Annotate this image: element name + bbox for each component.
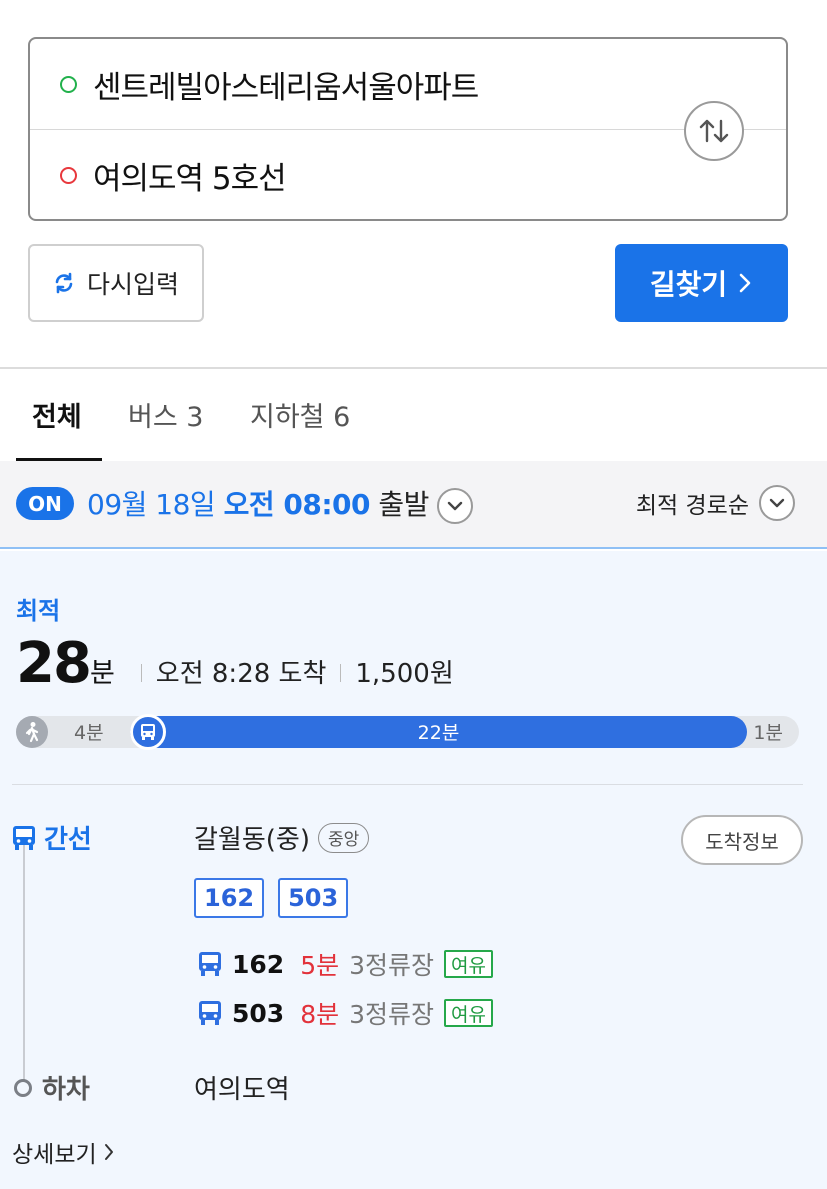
walk-end-duration: 1분 bbox=[753, 722, 783, 744]
realtime-on-badge[interactable]: ON bbox=[16, 487, 74, 520]
search-route-button[interactable]: 길찾기 bbox=[615, 244, 788, 322]
boarding-stop: 갈월동(중) 중앙 bbox=[194, 819, 370, 856]
refresh-icon bbox=[55, 272, 73, 294]
chevron-right-icon bbox=[104, 1144, 113, 1160]
tab-subway[interactable]: 지하철 6 bbox=[250, 395, 350, 434]
summary-divider bbox=[140, 664, 142, 682]
departure-filter-bar: ON 09월 18일 오전 08:00 출발 최적 경로순 bbox=[0, 461, 827, 549]
chevron-down-icon[interactable] bbox=[437, 488, 474, 524]
departure-time: 오전 08:00 bbox=[223, 488, 371, 521]
tab-bus[interactable]: 버스 3 bbox=[128, 395, 203, 434]
best-route-label: 최적 bbox=[16, 597, 61, 625]
arrival-wait-minutes: 5분 bbox=[300, 951, 340, 980]
destination-field[interactable]: 여의도역 5호선 bbox=[30, 130, 786, 221]
reset-label: 다시입력 bbox=[86, 270, 179, 299]
bus-number-badge[interactable]: 162 bbox=[194, 878, 265, 918]
route-vertical-line bbox=[23, 829, 25, 1084]
sort-chevron-down-icon bbox=[759, 485, 795, 521]
stop-tag: 중앙 bbox=[317, 822, 370, 853]
destination-dot-icon bbox=[60, 167, 77, 184]
route-search-box: 센트레빌아스테리움서울아파트 여의도역 5호선 bbox=[28, 37, 788, 221]
get-off-label-group: 하차 bbox=[14, 1069, 90, 1106]
bus-duration: 22분 bbox=[417, 722, 460, 744]
route-card[interactable]: 최적 28 분 오전 8:28 도착 1,500원 4분 22분 1분 간선 갈… bbox=[0, 551, 827, 1189]
transport-tabs: 전체 버스 3 지하철 6 bbox=[0, 369, 827, 461]
detail-link-label: 상세보기 bbox=[12, 1142, 97, 1168]
walk-icon bbox=[16, 716, 48, 748]
bus-arrival-row: 162 5분 3정류장 여유 bbox=[198, 946, 493, 982]
crowd-status-badge: 여유 bbox=[444, 999, 493, 1027]
origin-field[interactable]: 센트레빌아스테리움서울아파트 bbox=[30, 39, 786, 130]
bus-icon bbox=[199, 1001, 221, 1025]
total-minutes: 28 bbox=[16, 631, 92, 696]
arrival-bus-number: 162 bbox=[232, 949, 285, 979]
arrival-time: 오전 8:28 도착 bbox=[155, 659, 327, 689]
swap-button[interactable] bbox=[684, 101, 744, 161]
reset-button[interactable]: 다시입력 bbox=[28, 244, 204, 322]
arrival-stops-away: 3정류장 bbox=[349, 951, 434, 980]
crowd-status-badge: 여유 bbox=[444, 950, 493, 978]
sort-label: 최적 경로순 bbox=[635, 493, 749, 519]
bus-icon bbox=[199, 952, 221, 976]
route-timeline: 4분 22분 1분 bbox=[16, 714, 799, 750]
detail-link[interactable]: 상세보기 bbox=[12, 1135, 115, 1169]
walk-start-duration: 4분 bbox=[74, 722, 104, 744]
chevron-right-icon bbox=[739, 273, 751, 293]
departure-suffix: 출발 bbox=[378, 488, 429, 521]
get-off-stop: 여의도역 bbox=[194, 1075, 290, 1105]
route-summary: 28 분 오전 8:28 도착 1,500원 bbox=[16, 631, 454, 696]
bus-arrival-row: 503 8분 3정류장 여유 bbox=[198, 995, 493, 1031]
bus-segment: 22분 bbox=[130, 716, 747, 748]
arrival-stops-away: 3정류장 bbox=[349, 1000, 434, 1029]
origin-dot-icon bbox=[60, 76, 77, 93]
bus-number-badges: 162 503 bbox=[194, 878, 349, 918]
swap-arrows-icon bbox=[699, 119, 729, 143]
search-route-label: 길찾기 bbox=[649, 268, 728, 301]
arrival-info-button[interactable]: 도착정보 bbox=[681, 815, 803, 865]
tab-all[interactable]: 전체 bbox=[32, 395, 82, 434]
arrival-bus-number: 503 bbox=[232, 998, 285, 1028]
get-off-label: 하차 bbox=[42, 1075, 90, 1105]
departure-date: 09월 18일 bbox=[87, 488, 216, 521]
bus-icon bbox=[13, 825, 35, 850]
bus-leg-title: 간선 bbox=[12, 819, 92, 856]
get-off-dot-icon bbox=[14, 1078, 32, 1097]
sort-selector[interactable]: 최적 경로순 bbox=[636, 485, 795, 521]
boarding-stop-name: 갈월동(중) bbox=[194, 825, 310, 855]
summary-divider bbox=[340, 664, 342, 682]
bus-type-label: 간선 bbox=[44, 825, 92, 855]
destination-text: 여의도역 5호선 bbox=[93, 161, 287, 197]
total-minutes-unit: 분 bbox=[89, 658, 115, 689]
bus-number-badge[interactable]: 503 bbox=[278, 878, 349, 918]
departure-time-selector[interactable]: 09월 18일 오전 08:00 출발 bbox=[87, 483, 474, 524]
card-divider bbox=[12, 784, 803, 785]
origin-text: 센트레빌아스테리움서울아파트 bbox=[93, 70, 479, 106]
arrival-wait-minutes: 8분 bbox=[300, 1000, 340, 1029]
fare: 1,500원 bbox=[355, 659, 454, 689]
bus-icon bbox=[130, 714, 166, 750]
